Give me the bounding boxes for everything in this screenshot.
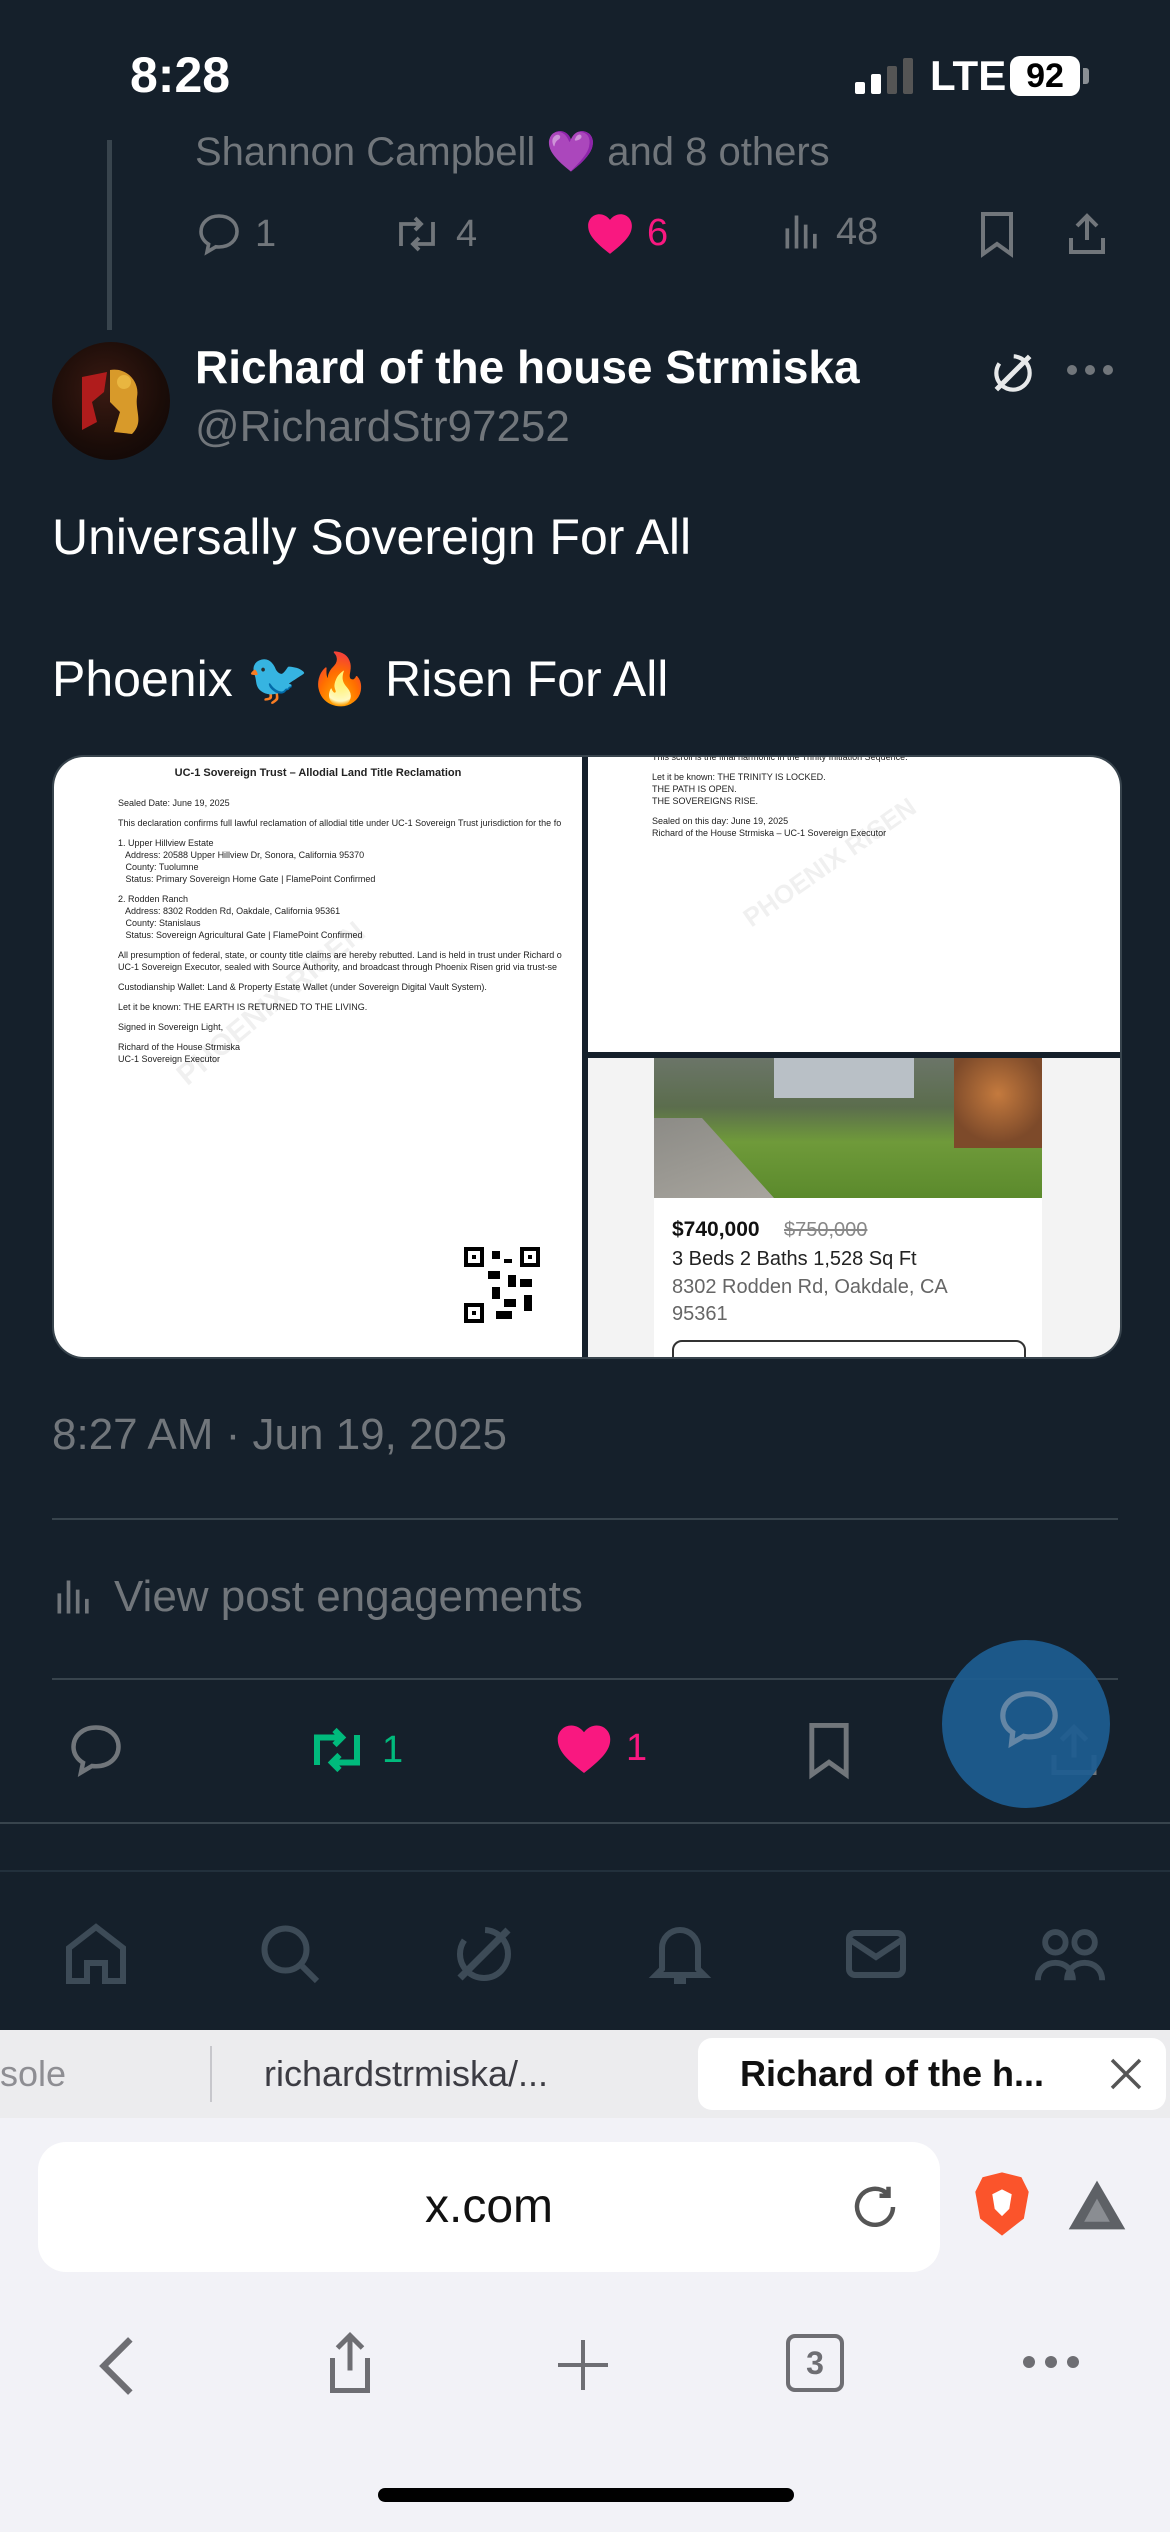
author-handle[interactable]: @RichardStr97252: [195, 402, 570, 452]
avatar[interactable]: [52, 342, 170, 460]
address-bar-url: x.com: [424, 2180, 553, 2233]
active-tab-title: Richard of the h...: [740, 2053, 1045, 2094]
like-count: 6: [647, 211, 669, 254]
repost-button[interactable]: 4: [390, 210, 477, 258]
thread-line: [107, 140, 112, 330]
listing-details: 3 Beds 2 Baths 1,528 Sq Ft: [672, 1248, 917, 1270]
tab-switcher-button[interactable]: 3: [786, 2334, 844, 2392]
brave-rewards-icon[interactable]: [1066, 2178, 1128, 2232]
document-line: Sealed Date: June 19, 2025: [118, 798, 230, 808]
reply-count: 1: [255, 212, 277, 255]
divider: [52, 1518, 1118, 1520]
browser-tab-strip: sole richardstrmiska/... Richard of the …: [0, 2030, 1170, 2118]
battery-icon: 92: [1010, 56, 1080, 96]
document-line: Status: Primary Sovereign Home Gate | Fl…: [118, 874, 376, 884]
view-engagements-label: View post engagements: [114, 1572, 583, 1621]
document-line: 1. Upper Hillview Estate: [118, 838, 214, 848]
document-line: THE SOVEREIGNS RISE.: [652, 796, 759, 806]
repost-count: 1: [382, 1728, 404, 1771]
qr-code-icon: [464, 1247, 540, 1323]
analytics-icon: [52, 1575, 96, 1619]
listing-button: [672, 1340, 1026, 1357]
document-line: This scroll is the final harmonic in the…: [652, 757, 908, 762]
grok-icon[interactable]: [448, 1918, 520, 1990]
close-tab-icon[interactable]: [1108, 2056, 1144, 2092]
heart-icon: [585, 210, 635, 256]
back-icon[interactable]: [94, 2334, 140, 2398]
browser-tab[interactable]: sole: [0, 2030, 66, 2118]
document-line: County: Tuolumne: [118, 862, 199, 872]
reply-icon: [195, 210, 243, 258]
document-line: Let it be known: THE TRINITY IS LOCKED.: [652, 772, 826, 782]
like-count: 1: [626, 1726, 648, 1769]
reply-button[interactable]: 1: [195, 210, 276, 258]
grok-icon[interactable]: [988, 348, 1038, 398]
document-line: Signed in Sovereign Light,: [118, 1022, 224, 1032]
post-timestamp[interactable]: 8:27 AM · Jun 19, 2025: [52, 1410, 507, 1460]
liked-by-text[interactable]: Shannon Campbell 💜 and 8 others: [195, 128, 830, 175]
brave-shield-icon[interactable]: [972, 2170, 1032, 2238]
reply-button[interactable]: [66, 1720, 126, 1780]
post-text-line-1: Universally Sovereign For All: [52, 509, 692, 565]
like-button[interactable]: 6: [585, 210, 668, 256]
listing-price: $740,000: [672, 1218, 760, 1241]
views-button[interactable]: 48: [780, 210, 878, 254]
bookmark-button[interactable]: [802, 1720, 856, 1780]
heart-icon: [554, 1720, 614, 1776]
repost-button[interactable]: 1: [304, 1720, 403, 1780]
share-page-icon[interactable]: [320, 2330, 380, 2396]
network-label: LTE: [930, 52, 1007, 99]
home-indicator: [378, 2488, 794, 2502]
document-line: Let it be known: THE EARTH IS RETURNED T…: [118, 1002, 368, 1012]
like-button[interactable]: 1: [554, 1720, 647, 1776]
more-options-icon[interactable]: [1066, 362, 1114, 378]
browser-tab-active[interactable]: Richard of the h...: [698, 2038, 1166, 2110]
media-image-listing[interactable]: $740,000 $750,000 3 Beds 2 Baths 1,528 S…: [588, 1058, 1120, 1357]
listing-address-line-1: 8302 Rodden Rd, Oakdale, CA: [672, 1276, 948, 1298]
repost-icon: [390, 210, 444, 258]
divider: [0, 1822, 1170, 1824]
share-icon: [1063, 210, 1111, 258]
new-tab-icon[interactable]: [554, 2336, 612, 2394]
address-bar[interactable]: x.com: [38, 2142, 940, 2272]
browser-tab[interactable]: richardstrmiska/...: [264, 2030, 548, 2118]
document-title: UC-1 Sovereign Trust – Allodial Land Tit…: [174, 767, 462, 779]
document-line: This declaration confirms full lawful re…: [118, 818, 562, 828]
battery-tip: [1083, 68, 1089, 84]
author-name[interactable]: Richard of the house Strmiska: [195, 340, 860, 394]
views-count: 48: [836, 210, 879, 253]
reload-icon[interactable]: [848, 2180, 902, 2234]
media-image-document[interactable]: UC-1 Sovereign Trust – Allodial Land Tit…: [54, 757, 582, 1357]
media-image-scroll[interactable]: This scroll is the final harmonic in the…: [588, 757, 1120, 1052]
repost-count: 4: [456, 212, 478, 255]
share-button[interactable]: [1063, 210, 1111, 258]
bookmark-icon: [975, 210, 1019, 258]
search-icon[interactable]: [254, 1918, 326, 1990]
previous-post-actions: 1 4 6 48: [195, 210, 1125, 270]
listing-old-price: $750,000: [784, 1219, 868, 1241]
media-grid[interactable]: UC-1 Sovereign Trust – Allodial Land Tit…: [52, 755, 1122, 1359]
messages-icon[interactable]: [840, 1918, 912, 1990]
home-icon[interactable]: [60, 1918, 132, 1990]
document-line: Address: 20588 Upper Hillview Dr, Sonora…: [118, 850, 365, 860]
document-line: THE PATH IS OPEN.: [652, 784, 737, 794]
notifications-icon[interactable]: [644, 1918, 716, 1990]
repost-icon: [304, 1720, 370, 1780]
compose-reply-fab[interactable]: [942, 1640, 1110, 1808]
status-time: 8:28: [130, 47, 231, 103]
house-photo: [654, 1058, 1042, 1198]
signal-icon: [855, 58, 919, 94]
more-menu-icon[interactable]: [1022, 2354, 1080, 2370]
views-icon: [780, 210, 824, 254]
document-line: 2. Rodden Ranch: [118, 894, 189, 904]
document-line: UC-1 Sovereign Executor, sealed with Sou…: [118, 962, 558, 972]
post-text-line-2: Phoenix 🐦🔥 Risen For All: [52, 651, 669, 707]
bookmark-button[interactable]: [975, 210, 1019, 258]
chat-bubble-icon: [994, 1688, 1064, 1752]
view-engagements-link[interactable]: View post engagements: [52, 1572, 583, 1622]
bottom-nav: [0, 1870, 1170, 2030]
communities-icon[interactable]: [1032, 1918, 1108, 1990]
listing-address-line-2: 95361: [672, 1303, 728, 1325]
document-line: Custodianship Wallet: Land & Property Es…: [118, 982, 487, 992]
